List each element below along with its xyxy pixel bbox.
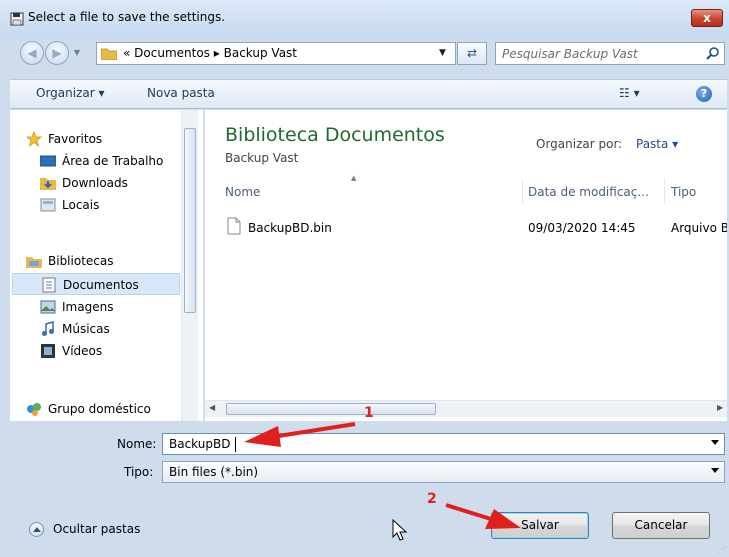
nav-label-places: Locais — [62, 198, 100, 212]
type-label: Tipo: — [124, 465, 154, 479]
navigation-pane: Favoritos Área de Trabalho Downloads Loc… — [10, 110, 204, 421]
file-modified: 09/03/2020 14:45 — [528, 221, 636, 235]
file-type-select[interactable]: Bin files (*.bin) — [162, 461, 725, 483]
breadcrumb-overflow[interactable]: « — [123, 46, 130, 60]
nav-label-videos: Vídeos — [62, 344, 103, 358]
nav-item-documents[interactable]: Documentos — [12, 273, 180, 295]
star-icon — [26, 131, 42, 147]
horizontal-scrollbar-thumb[interactable] — [226, 403, 436, 415]
nav-label-favorites: Favoritos — [48, 132, 103, 146]
nav-item-images[interactable]: Imagens — [10, 296, 181, 318]
breadcrumb-separator-icon[interactable]: ▸ — [214, 46, 220, 60]
breadcrumb: « Documentos ▸ Backup Vast — [123, 46, 297, 60]
view-options-button[interactable]: ☷ ▾ — [619, 86, 640, 100]
libraries-icon — [26, 257, 42, 268]
search-box[interactable] — [495, 42, 725, 65]
address-dropdown-icon[interactable]: ▼ — [439, 48, 446, 58]
images-icon — [40, 300, 56, 314]
file-name-input[interactable]: BackupBD — [162, 433, 725, 455]
nav-scrollbar-thumb[interactable] — [184, 128, 196, 313]
nav-label-images: Imagens — [62, 300, 114, 314]
scroll-left-icon[interactable]: ◀ — [209, 403, 215, 412]
column-header-type[interactable]: Tipo — [671, 185, 696, 199]
nav-item-libraries[interactable]: Bibliotecas — [10, 250, 181, 272]
nav-label-homegroup: Grupo doméstico — [48, 402, 151, 416]
library-title: Biblioteca Documentos — [225, 124, 445, 146]
nav-label-downloads: Downloads — [62, 176, 128, 190]
collapse-up-icon — [29, 522, 44, 537]
text-caret — [235, 437, 236, 452]
save-dialog-icon — [10, 12, 24, 26]
nav-item-downloads[interactable]: Downloads — [10, 172, 181, 194]
nav-item-places[interactable]: Locais — [10, 194, 181, 216]
mouse-pointer-icon — [392, 519, 408, 541]
sort-ascending-icon: ▲ — [351, 174, 357, 182]
nav-item-videos[interactable]: Vídeos — [10, 340, 181, 362]
cancel-button[interactable]: Cancelar — [612, 512, 710, 539]
nav-item-favorites[interactable]: Favoritos — [10, 128, 181, 150]
annotation-step-1: 1 — [364, 405, 374, 421]
music-icon — [42, 321, 54, 336]
nav-label-documents: Documentos — [63, 278, 139, 292]
downloads-folder-icon — [40, 178, 56, 190]
file-type-dropdown-icon[interactable] — [711, 468, 719, 473]
column-header-name[interactable]: Nome — [225, 185, 260, 199]
recent-locations-dropdown[interactable]: ▼ — [71, 46, 83, 60]
nav-label-desktop: Área de Trabalho — [62, 154, 164, 168]
save-button[interactable]: Salvar — [491, 512, 589, 539]
nav-item-desktop[interactable]: Área de Trabalho — [10, 150, 181, 172]
file-name-dropdown-icon[interactable] — [711, 440, 719, 445]
arrange-by-label: Organizar por: — [536, 137, 623, 151]
new-folder-button[interactable]: Nova pasta — [147, 86, 215, 100]
refresh-icon: ⇄ — [466, 46, 478, 60]
name-label: Nome: — [117, 437, 157, 451]
file-type-value: Bin files (*.bin) — [169, 465, 259, 479]
back-button[interactable]: ◀ — [20, 41, 44, 65]
breadcrumb-documentos[interactable]: Documentos — [134, 46, 210, 60]
hide-folders-label: Ocultar pastas — [53, 522, 141, 536]
help-button[interactable]: ? — [696, 86, 712, 102]
command-bar: Organizar ▾ Nova pasta ☷ ▾ ? — [10, 79, 727, 109]
nav-item-music[interactable]: Músicas — [10, 318, 181, 340]
forward-arrow-icon: ▶ — [52, 46, 62, 60]
column-divider[interactable] — [522, 178, 523, 204]
file-icon — [227, 217, 241, 235]
arrange-by-dropdown[interactable]: Pasta ▾ — [636, 137, 678, 151]
desktop-icon — [40, 155, 56, 167]
window-title: Select a file to save the settings. — [28, 10, 226, 24]
column-header-date[interactable]: Data de modificaç... — [528, 185, 649, 199]
recent-places-icon — [40, 198, 56, 212]
homegroup-icon — [27, 403, 41, 416]
nav-label-music: Músicas — [62, 322, 110, 336]
address-bar[interactable]: « Documentos ▸ Backup Vast ▼ — [96, 42, 456, 65]
refresh-button[interactable]: ⇄ — [457, 42, 487, 65]
annotation-step-2: 2 — [427, 491, 437, 507]
resize-grip-icon[interactable]: ⋰ — [718, 546, 726, 554]
nav-label-libraries: Bibliotecas — [48, 254, 114, 268]
scroll-right-icon[interactable]: ▶ — [717, 403, 723, 412]
file-type: Arquivo B — [671, 221, 727, 235]
organize-button[interactable]: Organizar ▾ — [36, 86, 105, 100]
videos-icon — [41, 344, 55, 358]
documents-icon — [42, 277, 56, 293]
search-icon[interactable] — [705, 46, 721, 62]
close-button[interactable]: x — [691, 9, 723, 27]
nav-item-homegroup[interactable]: Grupo doméstico — [10, 398, 181, 420]
forward-button[interactable]: ▶ — [45, 41, 69, 65]
search-input[interactable] — [502, 46, 692, 62]
file-name-value: BackupBD — [169, 437, 231, 451]
library-subtitle: Backup Vast — [225, 151, 299, 165]
breadcrumb-backup-vast[interactable]: Backup Vast — [224, 46, 297, 60]
back-arrow-icon: ◀ — [27, 46, 37, 60]
column-divider[interactable] — [664, 178, 665, 204]
nav-vertical-scrollbar[interactable] — [181, 110, 198, 421]
horizontal-scrollbar[interactable]: ◀ ▶ — [205, 400, 727, 417]
folder-icon — [101, 48, 117, 60]
file-name[interactable]: BackupBD.bin — [248, 221, 332, 235]
file-list-pane: Biblioteca Documentos Backup Vast Organi… — [205, 110, 727, 421]
